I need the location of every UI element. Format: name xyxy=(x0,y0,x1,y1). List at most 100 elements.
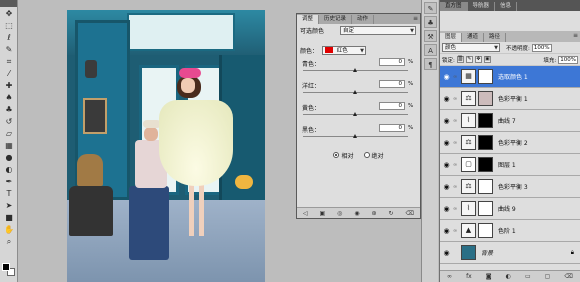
path-select-tool-icon[interactable]: ➤ xyxy=(2,200,16,211)
pen-tool-icon[interactable]: ✒ xyxy=(2,176,16,187)
lock-transparency-icon[interactable]: ▒ xyxy=(456,56,464,63)
new-group-icon[interactable]: ▭ xyxy=(525,273,531,280)
opacity-field[interactable]: 100% xyxy=(531,43,552,52)
eye-icon[interactable]: ◉ xyxy=(440,227,453,235)
brush-tool-icon[interactable]: ♠ xyxy=(2,92,16,103)
link-layers-icon[interactable]: ∞ xyxy=(447,273,452,280)
layer-mask-thumbnail[interactable] xyxy=(478,135,493,150)
relative-radio[interactable]: 相对 xyxy=(333,151,354,160)
magenta-value-field[interactable]: 0 xyxy=(379,80,405,88)
lock-image-icon[interactable]: ✎ xyxy=(465,56,473,63)
visibility-toggle-icon[interactable]: ◉ xyxy=(354,210,359,217)
layer-mask-thumbnail[interactable] xyxy=(478,201,493,216)
layer-mask-thumbnail[interactable] xyxy=(478,157,493,172)
brush-panel-icon[interactable]: ✎ xyxy=(424,2,437,14)
eye-icon[interactable]: ◉ xyxy=(440,117,453,125)
lock-all-icon[interactable]: ▣ xyxy=(483,56,491,63)
move-tool-icon[interactable]: ✥ xyxy=(2,8,16,19)
shape-tool-icon[interactable]: ■ xyxy=(2,212,16,223)
tab-histogram[interactable]: 直方图 xyxy=(440,2,468,11)
tab-info[interactable]: 信息 xyxy=(495,2,518,11)
blur-tool-icon[interactable]: ● xyxy=(2,152,16,163)
hand-tool-icon[interactable]: ✋ xyxy=(2,224,16,235)
clip-to-layer-icon[interactable]: ◎ xyxy=(337,210,342,217)
layer-mask-thumbnail[interactable] xyxy=(478,91,493,106)
delete-layer-icon[interactable]: ⌫ xyxy=(564,273,572,280)
layer-levels-1[interactable]: ◉ ∞ ▲ 色阶 1 xyxy=(440,220,580,242)
magenta-slider-thumb[interactable] xyxy=(353,90,357,94)
black-slider-thumb[interactable] xyxy=(353,134,357,138)
tab-channels[interactable]: 通道 xyxy=(462,33,485,42)
healing-tool-icon[interactable]: ✚ xyxy=(2,80,16,91)
layer-style-icon[interactable]: fx xyxy=(466,273,472,280)
layer-mask-thumbnail[interactable] xyxy=(478,69,493,84)
tab-navigator[interactable]: 导航器 xyxy=(468,2,496,11)
foreground-color-swatch[interactable] xyxy=(2,263,10,271)
return-to-list-icon[interactable]: ◁ xyxy=(303,210,308,217)
layer-mask-thumbnail[interactable] xyxy=(478,223,493,238)
eye-icon[interactable]: ◉ xyxy=(440,205,453,213)
eye-icon[interactable]: ◉ xyxy=(440,139,453,147)
eye-icon[interactable]: ◉ xyxy=(440,249,453,257)
eye-icon[interactable]: ◉ xyxy=(440,95,453,103)
colors-select[interactable]: 红色 ▼ xyxy=(322,45,366,55)
layer-color-balance-1[interactable]: ◉ ∞ ⚖ 色彩平衡 1 xyxy=(440,88,580,110)
tab-history[interactable]: 历史记录 xyxy=(319,15,353,24)
view-previous-icon[interactable]: ⊛ xyxy=(372,210,377,217)
eraser-tool-icon[interactable]: ▱ xyxy=(2,128,16,139)
dodge-tool-icon[interactable]: ◐ xyxy=(2,164,16,175)
tools-panel-header[interactable] xyxy=(0,0,17,7)
layer-color-balance-3[interactable]: ◉ ∞ ⚖ 色彩平衡 3 xyxy=(440,176,580,198)
paragraph-panel-icon[interactable]: ¶ xyxy=(424,58,437,70)
eye-icon[interactable]: ◉ xyxy=(440,73,453,81)
panel-menu-icon[interactable]: ≡ xyxy=(573,32,578,39)
eye-icon[interactable]: ◉ xyxy=(440,161,453,169)
cyan-slider-thumb[interactable] xyxy=(353,68,357,72)
marquee-tool-icon[interactable]: ⬚ xyxy=(2,20,16,31)
gradient-tool-icon[interactable]: ▦ xyxy=(2,140,16,151)
tool-presets-icon[interactable]: ⚒ xyxy=(424,30,437,42)
layer-background[interactable]: ◉ 背景 🔒︎ xyxy=(440,242,580,264)
layer-mask-thumbnail[interactable] xyxy=(478,113,493,128)
absolute-radio-dot[interactable] xyxy=(363,152,370,158)
panel-menu-icon[interactable]: ≡ xyxy=(413,15,418,22)
type-tool-icon[interactable]: T xyxy=(2,188,16,199)
reset-icon[interactable]: ↻ xyxy=(388,210,393,217)
add-mask-icon[interactable]: ◙ xyxy=(486,273,492,280)
delete-adjustment-icon[interactable]: ⌫ xyxy=(405,210,413,217)
eye-icon[interactable]: ◉ xyxy=(440,183,453,191)
history-brush-tool-icon[interactable]: ↺ xyxy=(2,116,16,127)
tab-layers[interactable]: 图层 xyxy=(440,33,463,42)
tab-adjustments[interactable]: 调整 xyxy=(297,15,320,24)
crop-tool-icon[interactable]: ⌗ xyxy=(2,56,16,67)
quick-select-tool-icon[interactable]: ✎ xyxy=(2,44,16,55)
layer-mask-thumbnail[interactable] xyxy=(478,179,493,194)
clone-stamp-tool-icon[interactable]: ♣ xyxy=(2,104,16,115)
layer-selective-color-1[interactable]: ◉ ∞ ▦ 选取颜色 1 xyxy=(440,66,580,88)
wedding-photo[interactable] xyxy=(67,10,265,282)
expand-view-icon[interactable]: ▣ xyxy=(320,210,326,217)
lock-position-icon[interactable]: ✥ xyxy=(474,56,482,63)
new-adjustment-icon[interactable]: ◐ xyxy=(506,273,511,280)
layer-1[interactable]: ◉ ∞ ▢ 图层 1 xyxy=(440,154,580,176)
absolute-radio[interactable]: 绝对 xyxy=(363,151,384,160)
layer-curves-9[interactable]: ◉ ∞ ⌇ 曲线 9 xyxy=(440,198,580,220)
relative-radio-dot[interactable] xyxy=(333,152,340,158)
clone-source-icon[interactable]: ♣ xyxy=(424,16,437,28)
tab-actions[interactable]: 动作 xyxy=(352,15,375,24)
yellow-value-field[interactable]: 0 xyxy=(379,102,405,110)
fill-field[interactable]: 100% xyxy=(558,55,578,64)
black-value-field[interactable]: 0 xyxy=(379,124,405,132)
yellow-slider-thumb[interactable] xyxy=(353,112,357,116)
character-panel-icon[interactable]: A xyxy=(424,44,437,56)
new-layer-icon[interactable]: ▢ xyxy=(545,273,551,280)
layer-curves-7[interactable]: ◉ ∞ ⌇ 曲线 7 xyxy=(440,110,580,132)
preset-select[interactable]: 自定 ▼ xyxy=(340,25,416,35)
eyedropper-tool-icon[interactable]: ⁄ xyxy=(2,68,16,79)
cyan-value-field[interactable]: 0 xyxy=(379,58,405,66)
lasso-tool-icon[interactable]: ℓ xyxy=(2,32,16,43)
blend-mode-select[interactable]: 颜色 ▼ xyxy=(442,43,500,52)
tab-paths[interactable]: 路径 xyxy=(484,33,507,42)
layer-color-balance-2[interactable]: ◉ ∞ ⚖ 色彩平衡 2 xyxy=(440,132,580,154)
zoom-tool-icon[interactable]: ⌕ xyxy=(2,236,16,247)
